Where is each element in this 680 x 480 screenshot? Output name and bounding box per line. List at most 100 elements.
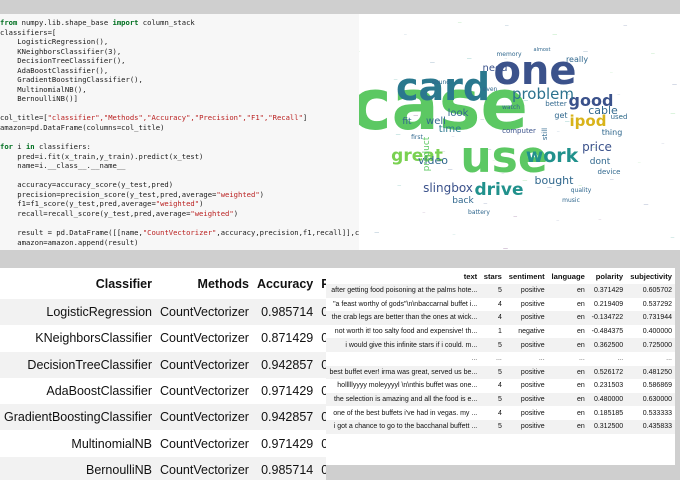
wordcloud-word: slingbox: [423, 181, 473, 195]
wordcloud-svg: —————————————————————————————————— ——————…: [359, 20, 677, 250]
code-line: DecisionTreeClassifier(),: [0, 56, 359, 66]
wordcloud-filler: —: [661, 141, 664, 145]
reviews-row: best buffet ever! irma was great, served…: [326, 365, 675, 380]
wordcloud-filler: —: [670, 111, 675, 117]
reviews-cell: positive: [520, 382, 545, 390]
results-cell: CountVectorizer: [156, 299, 253, 326]
reviews-cell: en: [577, 382, 585, 390]
wordcloud-filler: —: [448, 167, 453, 173]
code-token: DecisionTreeClassifier(),: [0, 56, 126, 66]
reviews-cell: en: [547, 338, 588, 352]
reviews-cell: 0.526172: [587, 365, 627, 380]
wordcloud-filler: —: [552, 32, 557, 38]
code-line: AdaBoostClassifier(),: [0, 66, 359, 76]
wordcloud-filler: —: [404, 33, 407, 37]
wordcloud-filler: —: [359, 49, 360, 53]
results-cell: 0.985714: [252, 299, 318, 326]
reviews-table: text stars sentiment language polarity s…: [326, 268, 675, 434]
code-token: recall=recall_score(y_test,pred,average=: [0, 208, 191, 218]
reviews-cell: i got a chance to go to the bacchanal bu…: [326, 419, 481, 434]
reviews-row: one of the best buffets i've had in vega…: [326, 406, 675, 420]
reviews-cell: ...: [538, 355, 545, 363]
reviews-cell: 0.362500: [587, 338, 627, 352]
reviews-cell: 0.312500: [587, 419, 627, 434]
wordcloud-filler: —: [397, 183, 401, 188]
reviews-cell: ...: [666, 355, 672, 363]
wordcloud-word: better: [545, 100, 567, 108]
reviews-cell: 0.725000: [626, 338, 675, 352]
reviews-cell: 0.481250: [626, 365, 675, 380]
wordcloud-filler: —: [598, 217, 601, 221]
wordcloud-word: memory: [496, 51, 522, 58]
reviews-cell: positive: [504, 419, 548, 434]
code-line: recall=recall_score(y_test,pred,average=…: [0, 209, 359, 219]
code-cell[interactable]: from numpy.lib.shape_base import column_…: [0, 14, 359, 250]
results-cell: KNeighborsClassifier: [35, 331, 152, 346]
wordcloud-filler: —: [672, 82, 677, 88]
code-line: result = pd.DataFrame([[name,"CountVecto…: [0, 228, 359, 238]
code-token: "CountVectorizer": [142, 228, 217, 238]
code-token: column_stack: [138, 18, 195, 27]
results-cell: 0.942857: [252, 351, 318, 378]
results-row: LogisticRegression CountVectorizer 0.98571…: [0, 299, 326, 326]
reviews-cell: en: [547, 311, 588, 325]
code-token: ): [233, 208, 239, 218]
wordcloud-filler: —: [467, 56, 472, 62]
code-line: LogisticRegression(),: [0, 37, 359, 47]
wordcloud-filler: —: [671, 234, 675, 239]
reviews-cell: positive: [520, 409, 545, 417]
wordcloud-filler: —: [623, 23, 627, 28]
wordcloud-word: battery: [468, 209, 490, 216]
reviews-cell: en: [577, 328, 585, 336]
wordcloud-filler: —: [505, 23, 509, 28]
code-token: ): [199, 199, 204, 209]
results-cell: BernoulliNB: [0, 456, 156, 480]
results-row: MultinomialNB CountVectorizer 0.971429 0.97…: [0, 430, 326, 456]
wordcloud-word: price: [582, 140, 612, 154]
results-cell: AdaBoostClassifier: [46, 384, 152, 399]
wordcloud-filler: —: [644, 201, 649, 207]
reviews-cell: 4: [497, 409, 502, 417]
code-line: MultinomialNB(),: [0, 85, 359, 95]
reviews-header-row: text stars sentiment language polarity s…: [326, 268, 675, 284]
results-cell: LogisticRegression: [0, 299, 156, 326]
reviews-cell: en: [547, 365, 588, 380]
reviews-body: after getting food poisoning at the palm…: [326, 284, 675, 434]
wordcloud-word: even: [483, 86, 498, 93]
code-line: KNeighborsClassifier(3),: [0, 47, 359, 57]
reviews-cell: 4: [497, 382, 502, 390]
reviews-cell: 5: [480, 392, 505, 407]
code-token: accuracy=accuracy_score(y_test,pred): [0, 180, 174, 190]
reviews-cell: 0.586869: [642, 382, 672, 390]
code-line: precision=precision_score(y_test,pred,av…: [0, 190, 359, 200]
wordcloud-word: back: [452, 196, 474, 206]
results-row: KNeighborsClassifier CountVectorizer 0.871…: [0, 325, 326, 351]
reviews-cell: 0.435833: [626, 419, 675, 434]
reviews-header-sentiment: sentiment: [508, 271, 545, 281]
reviews-cell: positive: [504, 338, 548, 352]
wordcloud-word: device: [598, 168, 621, 176]
wordcloud-filler: —: [557, 129, 560, 133]
reviews-cell: 5: [480, 338, 505, 352]
results-cell: 0.871429: [261, 331, 314, 346]
wordcloud-filler: —: [458, 20, 462, 25]
results-cell: 0.986: [317, 456, 326, 480]
wordcloud-word: watch: [502, 104, 520, 111]
code-line: classifiers=[: [0, 28, 359, 38]
wordcloud-word: quality: [571, 187, 592, 194]
reviews-cell: 0.371429: [587, 284, 627, 298]
code-token: result = pd.DataFrame([[name,: [0, 228, 143, 238]
results-cell: CountVectorizer: [156, 456, 253, 480]
results-body: LogisticRegression CountVectorizer 0.98571…: [0, 299, 326, 480]
reviews-row: i would give this infinite stars if i co…: [326, 338, 675, 352]
reviews-cell: 0.533333: [642, 409, 672, 417]
reviews-row: i got a chance to go to the bacchanal bu…: [326, 419, 675, 434]
reviews-row: after getting food poisoning at the palm…: [326, 284, 675, 298]
wordcloud-filler: —: [453, 232, 456, 236]
reviews-cell: 0.185185: [593, 409, 624, 417]
results-cell: CountVectorizer: [160, 331, 249, 346]
reviews-cell: positive: [504, 365, 548, 380]
reviews-cell: 0.630000: [626, 392, 675, 407]
